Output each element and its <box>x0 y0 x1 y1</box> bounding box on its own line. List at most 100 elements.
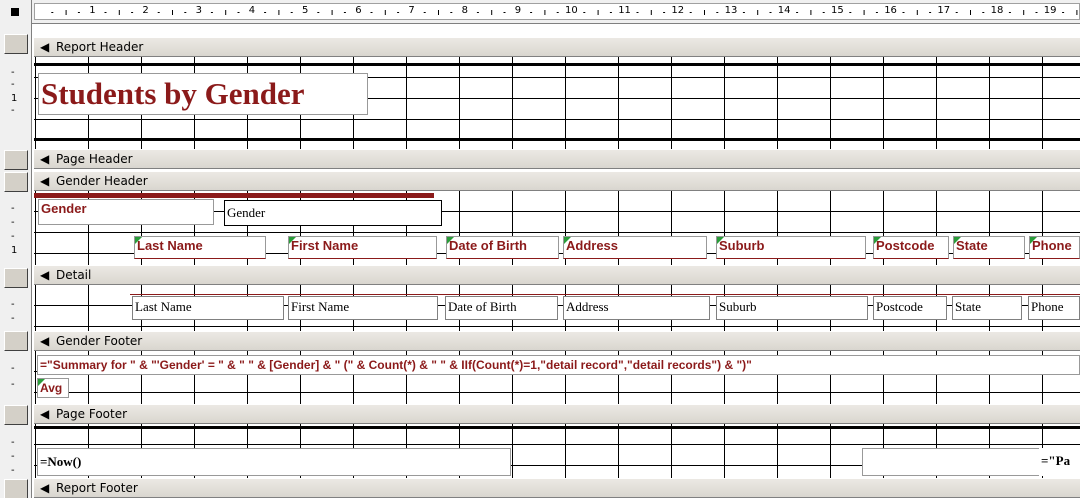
ruler-tick <box>264 12 267 13</box>
detail-field-suburb[interactable]: Suburb <box>716 296 868 320</box>
section-arrow-icon: ◀ <box>40 481 50 495</box>
ruler-tick <box>51 12 54 13</box>
ruler-tick <box>757 10 759 15</box>
gender-field[interactable]: Gender <box>224 200 442 226</box>
section-bar-detail[interactable]: ◀ Detail <box>34 265 1080 285</box>
detail-field-last-name[interactable]: Last Name <box>132 296 284 320</box>
section-selector-page-header[interactable] <box>4 150 28 170</box>
section-arrow-icon: ◀ <box>40 407 50 421</box>
ruler-tick <box>689 12 692 13</box>
section-bar-page-header[interactable]: ◀ Page Header <box>34 149 1080 169</box>
horizontal-ruler: 1 2 3 4 5 6 7 8 9 10 11 12 13 14 15 16 17 18 19 <box>0 0 1080 24</box>
avg-label[interactable]: Avg <box>37 378 69 398</box>
detail-grid: Last Name First Name Date of Birth Addre… <box>34 285 1080 331</box>
section-bar-gender-header[interactable]: ◀ Gender Header <box>34 171 1080 191</box>
column-label-last-name[interactable]: Last Name <box>134 236 266 259</box>
ruler-number: 19 <box>1043 5 1057 16</box>
section-selector-detail[interactable] <box>4 268 28 288</box>
ruler-tick <box>503 12 506 13</box>
ruler-tick <box>210 12 213 13</box>
ruler-tick <box>172 10 173 15</box>
ruler-tick <box>916 10 918 15</box>
section-bar-gender-footer[interactable]: ◀ Gender Footer <box>34 331 1080 351</box>
ruler-tick <box>609 12 612 13</box>
ruler-tick <box>810 10 812 15</box>
ruler-tick <box>317 12 320 13</box>
ruler-tick <box>343 12 346 13</box>
ruler-tick <box>982 12 985 13</box>
ruler-tick <box>663 12 666 13</box>
section-selector-report-header[interactable] <box>4 34 28 54</box>
ruler-tick <box>530 12 533 13</box>
detail-field-postcode[interactable]: Postcode <box>873 296 947 320</box>
ruler-number: 13 <box>724 5 738 16</box>
ruler-tick <box>769 12 772 13</box>
gender-label[interactable]: Gender <box>38 199 214 225</box>
ruler-tick <box>1023 10 1025 15</box>
column-label-state[interactable]: State <box>953 236 1025 259</box>
ruler-number: 5 <box>302 5 309 16</box>
vertical-mark-2: 1 <box>11 245 18 256</box>
ruler-tick <box>397 12 400 13</box>
report-selector[interactable] <box>0 0 32 24</box>
section-bar-report-footer[interactable]: ◀ Report Footer <box>34 478 1080 498</box>
detail-field-address[interactable]: Address <box>563 296 710 320</box>
ruler-tick <box>636 12 639 13</box>
ruler-tick <box>863 10 865 15</box>
ruler-tick <box>597 10 599 15</box>
column-label-suburb[interactable]: Suburb <box>716 236 866 259</box>
ruler-tick <box>225 10 227 15</box>
ruler-tick <box>650 10 652 15</box>
section-arrow-icon: ◀ <box>40 334 50 348</box>
ruler-tick <box>370 12 373 13</box>
column-label-address[interactable]: Address <box>563 236 707 259</box>
ruler-tick <box>822 12 825 13</box>
ruler-tick <box>955 12 958 13</box>
ruler-number: 3 <box>195 5 202 16</box>
section-selector-gender-footer[interactable] <box>4 331 28 351</box>
page-expression-field[interactable]: ="Pa <box>1039 448 1080 476</box>
report-title-label[interactable]: Students by Gender <box>38 73 368 115</box>
detail-field-first-name[interactable]: First Name <box>288 296 438 320</box>
now-expression-field[interactable]: =Now() <box>37 448 511 476</box>
column-label-phone[interactable]: Phone <box>1029 236 1080 259</box>
ruler-tick <box>929 12 932 13</box>
detail-field-date-of-birth[interactable]: Date of Birth <box>445 296 558 320</box>
ruler-tick <box>278 10 280 15</box>
ruler-tick <box>970 10 971 15</box>
ruler-tick <box>423 12 426 13</box>
ruler-number: 12 <box>671 5 685 16</box>
column-label-date-of-birth[interactable]: Date of Birth <box>446 236 559 259</box>
ruler-tick <box>184 12 187 13</box>
ruler-number: 14 <box>777 5 791 16</box>
ruler-tick <box>1076 10 1078 15</box>
ruler-tick <box>491 10 493 15</box>
detail-field-phone[interactable]: Phone <box>1028 296 1080 320</box>
ruler-tick <box>902 12 905 13</box>
ruler-number: 2 <box>142 5 149 16</box>
ruler-tick <box>1008 12 1011 13</box>
ruler-tick <box>290 12 293 13</box>
ruler-tick <box>716 12 719 13</box>
section-bar-report-header[interactable]: ◀ Report Header <box>34 37 1080 57</box>
detail-field-state[interactable]: State <box>952 296 1022 320</box>
section-arrow-icon: ◀ <box>40 40 50 54</box>
section-bar-page-footer[interactable]: ◀ Page Footer <box>34 404 1080 424</box>
ruler-tick <box>875 12 878 13</box>
section-selector-page-footer[interactable] <box>4 405 28 425</box>
ruler-tick <box>796 12 799 13</box>
ruler-tick <box>65 10 67 15</box>
ruler-tick <box>1062 12 1065 13</box>
vertical-ruler: - - 1 - - - - 1 - - - - - - - - <box>0 24 32 498</box>
section-selector-gender-header[interactable] <box>4 172 28 192</box>
page-footer-grid: =Now() ="Pa <box>34 424 1080 478</box>
column-label-first-name[interactable]: First Name <box>288 236 437 259</box>
ruler-number: 15 <box>831 5 844 16</box>
ruler-tick <box>544 10 546 15</box>
summary-expression-field[interactable]: ="Summary for " & "'Gender' = " & " " & … <box>37 355 1080 375</box>
section-label: Report Header <box>56 40 144 54</box>
column-label-postcode[interactable]: Postcode <box>873 236 949 259</box>
section-selector-report-footer[interactable] <box>4 479 28 498</box>
ruler-tick <box>157 12 160 13</box>
ruler-number: 17 <box>937 5 951 16</box>
